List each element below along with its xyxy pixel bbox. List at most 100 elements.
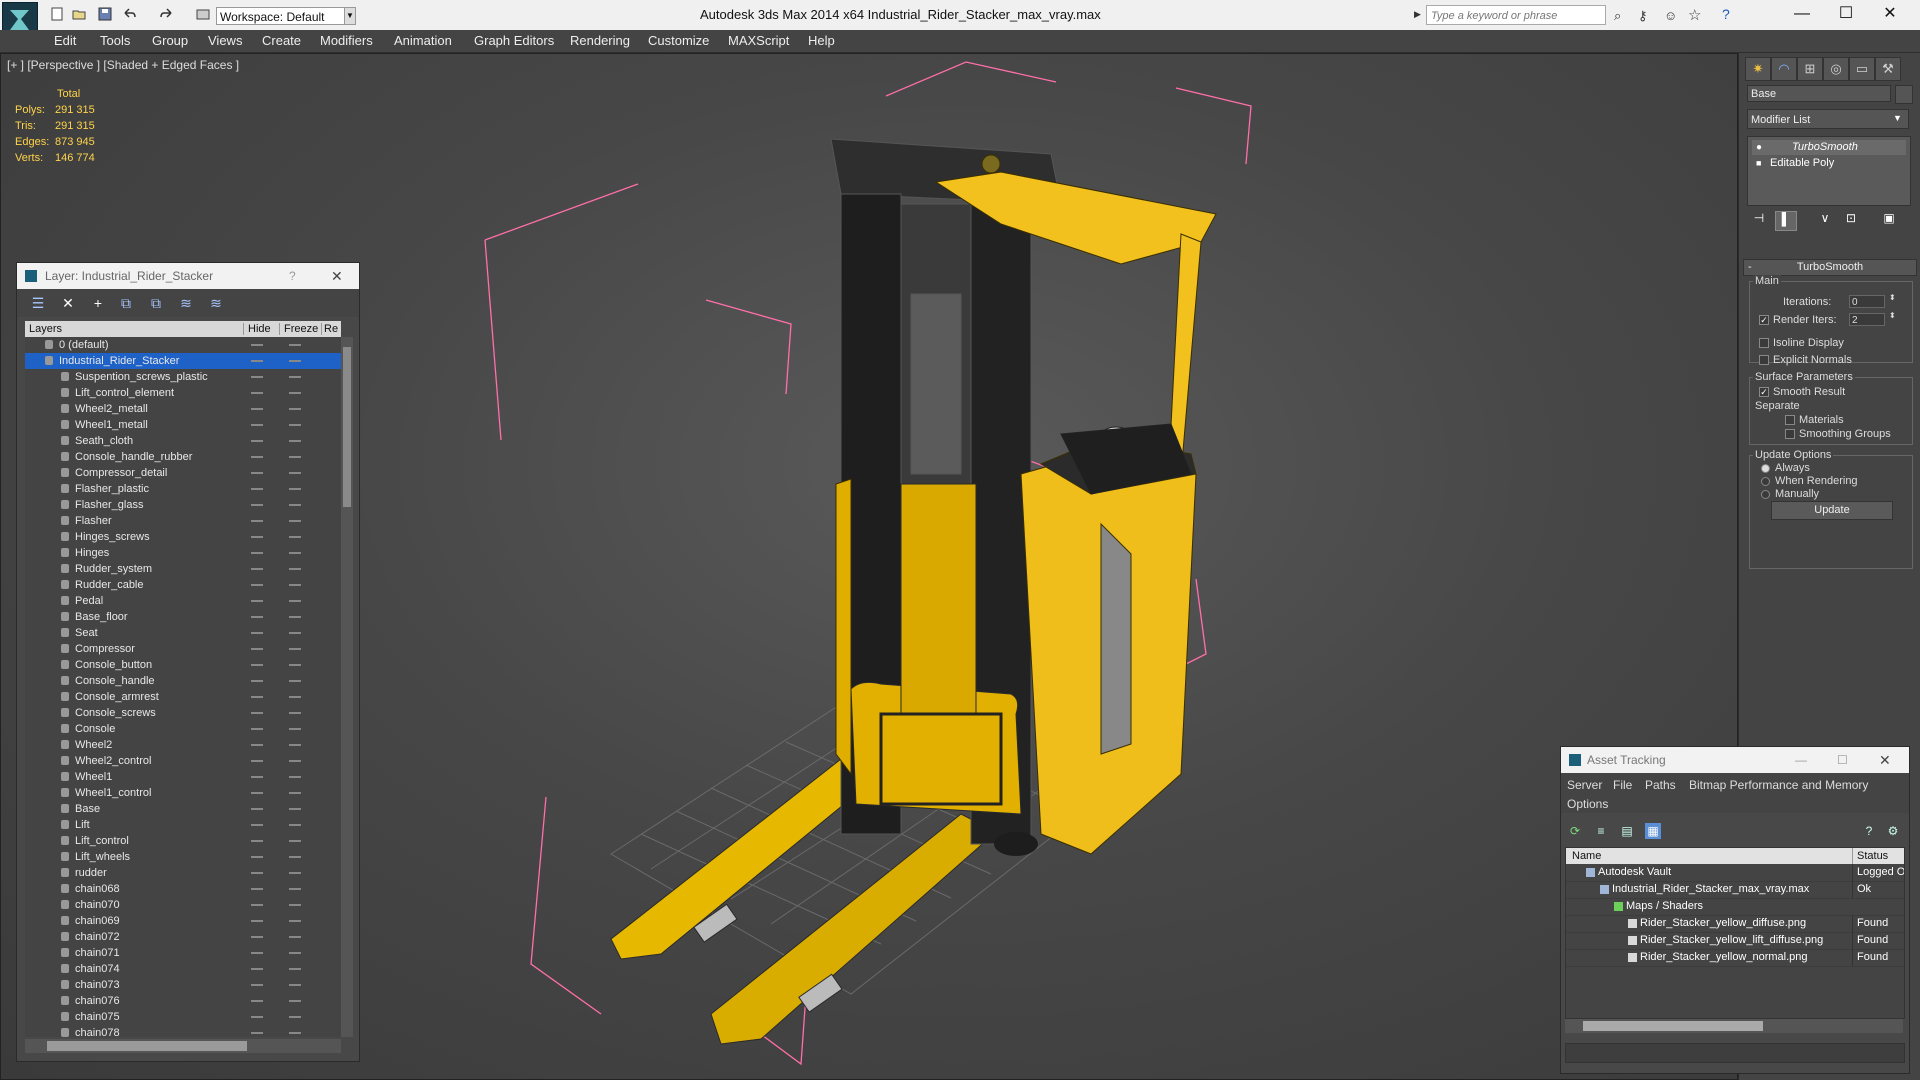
asset-menu-file[interactable]: File [1613, 778, 1632, 792]
expand-icon[interactable]: ■ [1756, 156, 1761, 171]
binoculars-icon[interactable]: ⌕ [1614, 8, 1628, 23]
hierarchy-tab-icon[interactable]: ⊞ [1797, 57, 1823, 81]
column-layers[interactable]: Layers [29, 323, 62, 335]
close-icon[interactable]: ✕ [331, 263, 343, 289]
hide-toggle[interactable] [251, 792, 263, 794]
stack-item-editable-poly[interactable]: ■ Editable Poly [1752, 156, 1906, 171]
workspace-select[interactable]: Workspace: Default [216, 7, 356, 25]
freeze-toggle[interactable] [289, 584, 301, 586]
column-hide[interactable]: Hide [243, 323, 271, 335]
asset-row[interactable]: Rider_Stacker_yellow_diffuse.png Found [1566, 915, 1904, 933]
materials-checkbox[interactable] [1785, 415, 1795, 425]
utilities-tab-icon[interactable]: ⚒ [1875, 57, 1901, 81]
search-input[interactable]: Type a keyword or phrase [1426, 5, 1606, 25]
chevron-down-icon[interactable]: ▼ [1893, 113, 1902, 123]
hide-toggle[interactable] [251, 552, 263, 554]
help-icon[interactable]: ? [1722, 6, 1736, 22]
hide-toggle[interactable] [251, 584, 263, 586]
freeze-all-icon[interactable]: ≋ [207, 294, 225, 312]
freeze-toggle[interactable] [289, 408, 301, 410]
hide-toggle[interactable] [251, 936, 263, 938]
settings-icon[interactable]: ⚙ [1885, 823, 1901, 839]
refresh-icon[interactable]: ⟳ [1567, 823, 1583, 839]
show-end-result-icon[interactable]: ▌ [1775, 211, 1797, 231]
layer-row[interactable]: Wheel2_control [25, 753, 341, 769]
layer-row[interactable]: 0 (default) [25, 337, 341, 353]
new-file-icon[interactable] [50, 7, 64, 21]
menu-modifiers[interactable]: Modifiers [320, 33, 373, 48]
freeze-toggle[interactable] [289, 728, 301, 730]
key-icon[interactable]: ⚷ [1638, 8, 1652, 23]
update-button[interactable]: Update [1771, 501, 1893, 520]
freeze-toggle[interactable] [289, 856, 301, 858]
asset-row[interactable]: Industrial_Rider_Stacker_max_vray.max Ok [1566, 881, 1904, 899]
freeze-toggle[interactable] [289, 888, 301, 890]
layer-row[interactable]: Wheel1_metall [25, 417, 341, 433]
scrollbar-thumb[interactable] [343, 347, 351, 507]
freeze-toggle[interactable] [289, 632, 301, 634]
freeze-toggle[interactable] [289, 680, 301, 682]
hide-toggle[interactable] [251, 504, 263, 506]
freeze-toggle[interactable] [289, 792, 301, 794]
manually-radio[interactable] [1761, 490, 1770, 499]
layer-row[interactable]: Lift_control [25, 833, 341, 849]
maximize-icon[interactable]: ☐ [1837, 747, 1848, 773]
column-freeze[interactable]: Freeze [279, 323, 318, 335]
layer-row[interactable]: chain076 [25, 993, 341, 1009]
always-radio[interactable] [1761, 464, 1770, 473]
freeze-toggle[interactable] [289, 1000, 301, 1002]
layer-row[interactable]: chain078 [25, 1025, 341, 1037]
freeze-toggle[interactable] [289, 440, 301, 442]
layer-row[interactable]: Console_button [25, 657, 341, 673]
hide-toggle[interactable] [251, 952, 263, 954]
save-icon[interactable] [98, 7, 112, 21]
minimize-button[interactable]: — [1780, 2, 1824, 26]
hide-toggle[interactable] [251, 664, 263, 666]
layer-row[interactable]: Hinges [25, 545, 341, 561]
layer-row[interactable]: Wheel1 [25, 769, 341, 785]
freeze-toggle[interactable] [289, 392, 301, 394]
freeze-toggle[interactable] [289, 824, 301, 826]
freeze-toggle[interactable] [289, 648, 301, 650]
lightbulb-icon[interactable]: ● [1756, 140, 1762, 155]
asset-tracking-titlebar[interactable]: Asset Tracking — ☐ ✕ [1561, 747, 1909, 773]
hide-toggle[interactable] [251, 344, 263, 346]
freeze-toggle[interactable] [289, 536, 301, 538]
select-objects-icon[interactable]: ⧉ [117, 294, 135, 312]
asset-menu-options[interactable]: Options [1567, 797, 1608, 811]
remove-modifier-icon[interactable]: ⊡ [1841, 211, 1861, 229]
table-view-icon[interactable]: ▦ [1645, 823, 1661, 839]
modifier-list-dropdown[interactable]: Modifier List [1747, 109, 1909, 129]
close-icon[interactable]: ✕ [1879, 747, 1891, 773]
minimize-icon[interactable]: — [1795, 747, 1807, 773]
layer-row[interactable]: rudder [25, 865, 341, 881]
hide-toggle[interactable] [251, 440, 263, 442]
hide-toggle[interactable] [251, 840, 263, 842]
freeze-toggle[interactable] [289, 1032, 301, 1034]
layer-row[interactable]: chain068 [25, 881, 341, 897]
freeze-toggle[interactable] [289, 744, 301, 746]
layer-row[interactable]: Console_armrest [25, 689, 341, 705]
display-tab-icon[interactable]: ▭ [1849, 57, 1875, 81]
layer-row[interactable]: Console [25, 721, 341, 737]
layer-row[interactable]: chain070 [25, 897, 341, 913]
hide-toggle[interactable] [251, 824, 263, 826]
maximize-button[interactable]: ☐ [1824, 2, 1868, 26]
hide-toggle[interactable] [251, 808, 263, 810]
stack-item-turbosmooth[interactable]: ● TurboSmooth [1752, 140, 1906, 155]
layer-row[interactable]: chain072 [25, 929, 341, 945]
layer-row[interactable]: chain073 [25, 977, 341, 993]
freeze-toggle[interactable] [289, 952, 301, 954]
freeze-toggle[interactable] [289, 600, 301, 602]
hide-toggle[interactable] [251, 744, 263, 746]
help-icon[interactable]: ? [1861, 823, 1877, 839]
hide-toggle[interactable] [251, 968, 263, 970]
freeze-toggle[interactable] [289, 776, 301, 778]
freeze-toggle[interactable] [289, 552, 301, 554]
freeze-toggle[interactable] [289, 376, 301, 378]
menu-views[interactable]: Views [208, 33, 242, 48]
redo-icon[interactable] [160, 7, 174, 21]
freeze-toggle[interactable] [289, 712, 301, 714]
layer-row[interactable]: Compressor [25, 641, 341, 657]
layer-row[interactable]: Flasher_glass [25, 497, 341, 513]
